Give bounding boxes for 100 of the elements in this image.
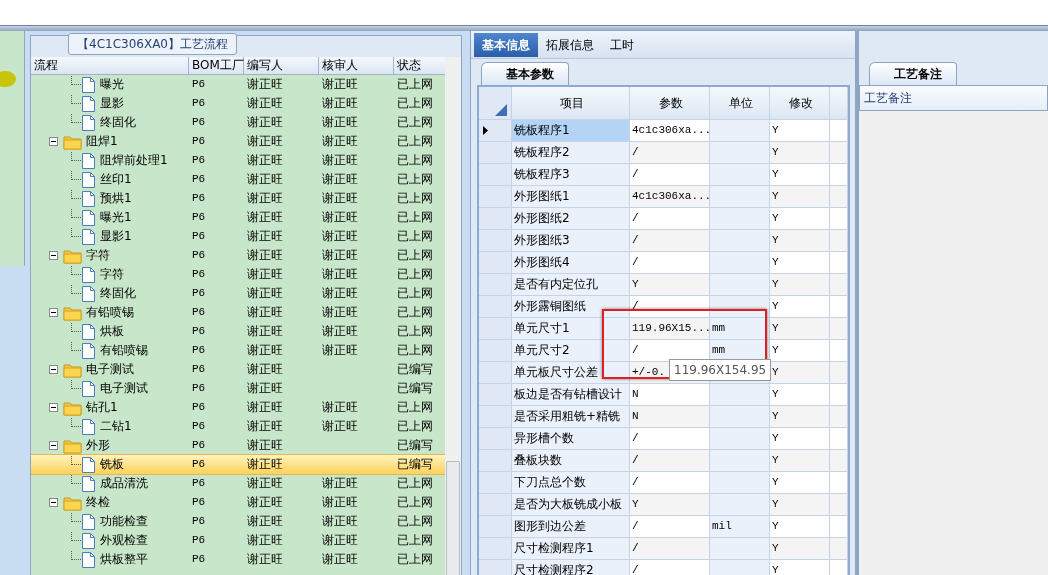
table-cell-text: 谢正旺 [321, 114, 359, 131]
table-cell-text: 已编写 [396, 456, 434, 473]
table-cell-text: 谢正旺 [246, 475, 284, 492]
table-cell-text: 谢正旺 [246, 171, 284, 188]
table-cell-text: 谢正旺 [246, 304, 284, 321]
table-cell-text: 已上网 [396, 152, 434, 169]
table-cell-text: P6 [191, 134, 207, 149]
table-cell-text: 谢正旺 [246, 95, 284, 112]
table-cell-text: P6 [191, 248, 207, 263]
table-cell-text: 谢正旺 [321, 475, 359, 492]
table-cell-text: 已上网 [396, 285, 434, 302]
table-cell-text: P6 [191, 343, 207, 358]
table-cell-text: 谢正旺 [246, 76, 284, 93]
table-cell-text: 谢正旺 [321, 494, 359, 511]
table-cell-text: 谢正旺 [321, 304, 359, 321]
table-cell-text: P6 [191, 115, 207, 130]
table-cell-text: 谢正旺 [246, 114, 284, 131]
table-cell-text: 谢正旺 [321, 418, 359, 435]
table-cell-text: 谢正旺 [321, 399, 359, 416]
table-cell-text: 已上网 [396, 133, 434, 150]
table-cell-text: 谢正旺 [321, 95, 359, 112]
table-cell-text: 谢正旺 [246, 494, 284, 511]
table-cell-text: 已上网 [396, 532, 434, 549]
table-cell-text: 谢正旺 [321, 152, 359, 169]
table-cell-text: P6 [191, 210, 207, 225]
table-cell-text: 谢正旺 [246, 513, 284, 530]
table-cell-text: P6 [191, 96, 207, 111]
table-cell-text: 谢正旺 [321, 133, 359, 150]
table-cell-text: 已上网 [396, 418, 434, 435]
table-cell-text: P6 [191, 77, 207, 92]
table-cell-text: 谢正旺 [321, 209, 359, 226]
table-cell-text: 已上网 [396, 513, 434, 530]
table-cell-text: 已上网 [396, 95, 434, 112]
table-cell-text: 谢正旺 [321, 247, 359, 264]
table-cell-text: 谢正旺 [246, 323, 284, 340]
table-cell-text: 谢正旺 [321, 171, 359, 188]
table-cell-text: 谢正旺 [321, 513, 359, 530]
table-cell-text: 谢正旺 [321, 285, 359, 302]
table-cell-text: 谢正旺 [321, 190, 359, 207]
table-cell-text: 已上网 [396, 76, 434, 93]
tooltip: 119.96X154.95 [669, 359, 772, 381]
table-cell-text: 谢正旺 [246, 437, 284, 454]
table-cell-text: 谢正旺 [321, 266, 359, 283]
table-cell-text: P6 [191, 229, 207, 244]
table-cell-text: 已上网 [396, 190, 434, 207]
table-cell-text: 已编写 [396, 437, 434, 454]
table-cell-text: 谢正旺 [321, 323, 359, 340]
table-cell-text: 已上网 [396, 494, 434, 511]
table-cell-text: 谢正旺 [246, 152, 284, 169]
table-cell-text: 谢正旺 [246, 247, 284, 264]
table-cell-text: 已上网 [396, 209, 434, 226]
table-cell-text: 谢正旺 [246, 228, 284, 245]
table-cell-text: 已编写 [396, 361, 434, 378]
table-cell-text: 已上网 [396, 475, 434, 492]
table-cell-text: 谢正旺 [246, 342, 284, 359]
table-cell-text: 谢正旺 [246, 418, 284, 435]
table-cell-text: 谢正旺 [321, 342, 359, 359]
table-cell-text: P6 [191, 191, 207, 206]
table-cell-text: 已上网 [396, 304, 434, 321]
table-cell-text: 已上网 [396, 171, 434, 188]
table-cell-text: 谢正旺 [246, 361, 284, 378]
table-cell-text: P6 [191, 324, 207, 339]
table-cell-text: P6 [191, 286, 207, 301]
table-cell-text: 谢正旺 [246, 551, 284, 568]
table-cell-text: P6 [191, 514, 207, 529]
table-cell-text: 已编写 [396, 380, 434, 397]
table-cell-text: P6 [191, 457, 207, 472]
table-cell-text: 谢正旺 [246, 380, 284, 397]
table-cell-text: P6 [191, 400, 207, 415]
notes-label: 工艺备注 [859, 85, 1048, 111]
table-cell-text: P6 [191, 552, 207, 567]
table-cell-text: 已上网 [396, 228, 434, 245]
table-cell-text: P6 [191, 381, 207, 396]
table-cell-text: P6 [191, 362, 207, 377]
table-cell-text: 已上网 [396, 399, 434, 416]
table-cell-text: P6 [191, 495, 207, 510]
table-cell-text: 谢正旺 [246, 285, 284, 302]
table-cell-text: 已上网 [396, 247, 434, 264]
table-cell-text: P6 [191, 438, 207, 453]
group-title: 【4C1C306XA0】工艺流程 [68, 33, 237, 55]
table-cell-text: 谢正旺 [321, 551, 359, 568]
table-cell-text: 谢正旺 [246, 456, 284, 473]
table-cell-text: P6 [191, 476, 207, 491]
table-cell-text: 谢正旺 [321, 532, 359, 549]
table-cell-text: P6 [191, 172, 207, 187]
table-cell-text: 已上网 [396, 323, 434, 340]
table-cell-text: 已上网 [396, 266, 434, 283]
table-cell-text: 谢正旺 [246, 532, 284, 549]
table-cell-text: 已上网 [396, 551, 434, 568]
table-cell-text: 已上网 [396, 342, 434, 359]
table-cell-text: 谢正旺 [321, 228, 359, 245]
table-cell-text: P6 [191, 419, 207, 434]
table-cell-text: 谢正旺 [246, 190, 284, 207]
table-cell-text: P6 [191, 267, 207, 282]
table-cell-text: 谢正旺 [246, 266, 284, 283]
table-cell-text: 谢正旺 [246, 399, 284, 416]
table-cell-text: P6 [191, 305, 207, 320]
table-cell-text: 谢正旺 [246, 209, 284, 226]
table-cell-text: 谢正旺 [246, 133, 284, 150]
table-cell-text: P6 [191, 153, 207, 168]
